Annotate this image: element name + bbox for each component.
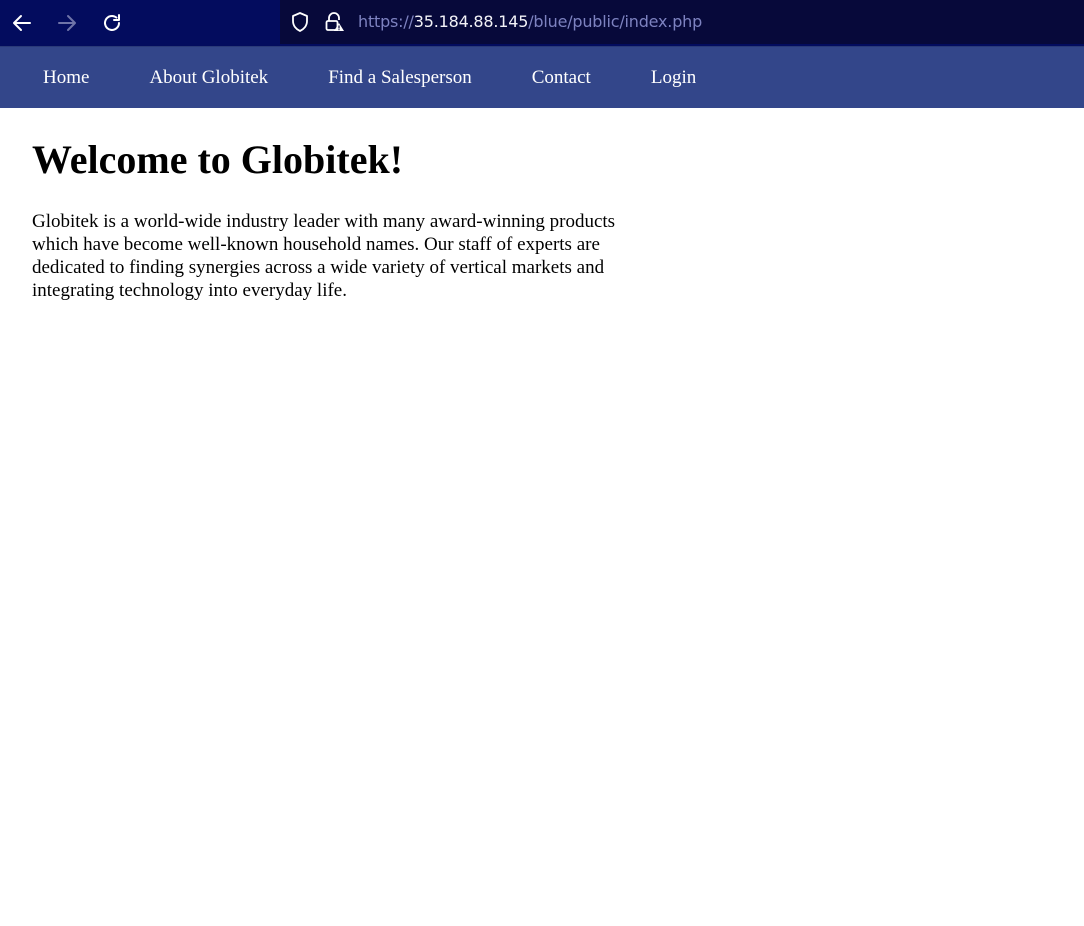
- reload-button[interactable]: [98, 9, 126, 37]
- url-path: /blue/public/index.php: [528, 12, 703, 31]
- browser-toolbar: https://35.184.88.145/blue/public/index.…: [0, 0, 1084, 46]
- main-navigation: Home About Globitek Find a Salesperson C…: [0, 46, 1084, 108]
- main-content: Welcome to Globitek! Globitek is a world…: [0, 138, 1084, 302]
- forward-button[interactable]: [53, 9, 81, 37]
- nav-link-home[interactable]: Home: [43, 67, 89, 89]
- page-title: Welcome to Globitek!: [32, 137, 404, 182]
- arrow-left-icon: [13, 15, 31, 31]
- nav-link-login[interactable]: Login: [651, 67, 696, 89]
- nav-link-contact[interactable]: Contact: [532, 67, 591, 89]
- intro-paragraph: Globitek is a world-wide industry leader…: [32, 211, 616, 301]
- back-button[interactable]: [8, 9, 36, 37]
- url-host: 35.184.88.145: [413, 12, 529, 31]
- nav-link-about[interactable]: About Globitek: [149, 67, 268, 89]
- arrow-right-icon: [58, 15, 76, 31]
- address-bar[interactable]: https://35.184.88.145/blue/public/index.…: [280, 0, 1084, 44]
- nav-link-find-salesperson[interactable]: Find a Salesperson: [328, 67, 472, 89]
- reload-icon: [104, 14, 120, 31]
- url-text[interactable]: https://35.184.88.145/blue/public/index.…: [358, 12, 702, 32]
- url-scheme: https://: [358, 12, 414, 31]
- lock-warning-icon[interactable]: [323, 11, 345, 33]
- shield-icon[interactable]: [289, 11, 311, 33]
